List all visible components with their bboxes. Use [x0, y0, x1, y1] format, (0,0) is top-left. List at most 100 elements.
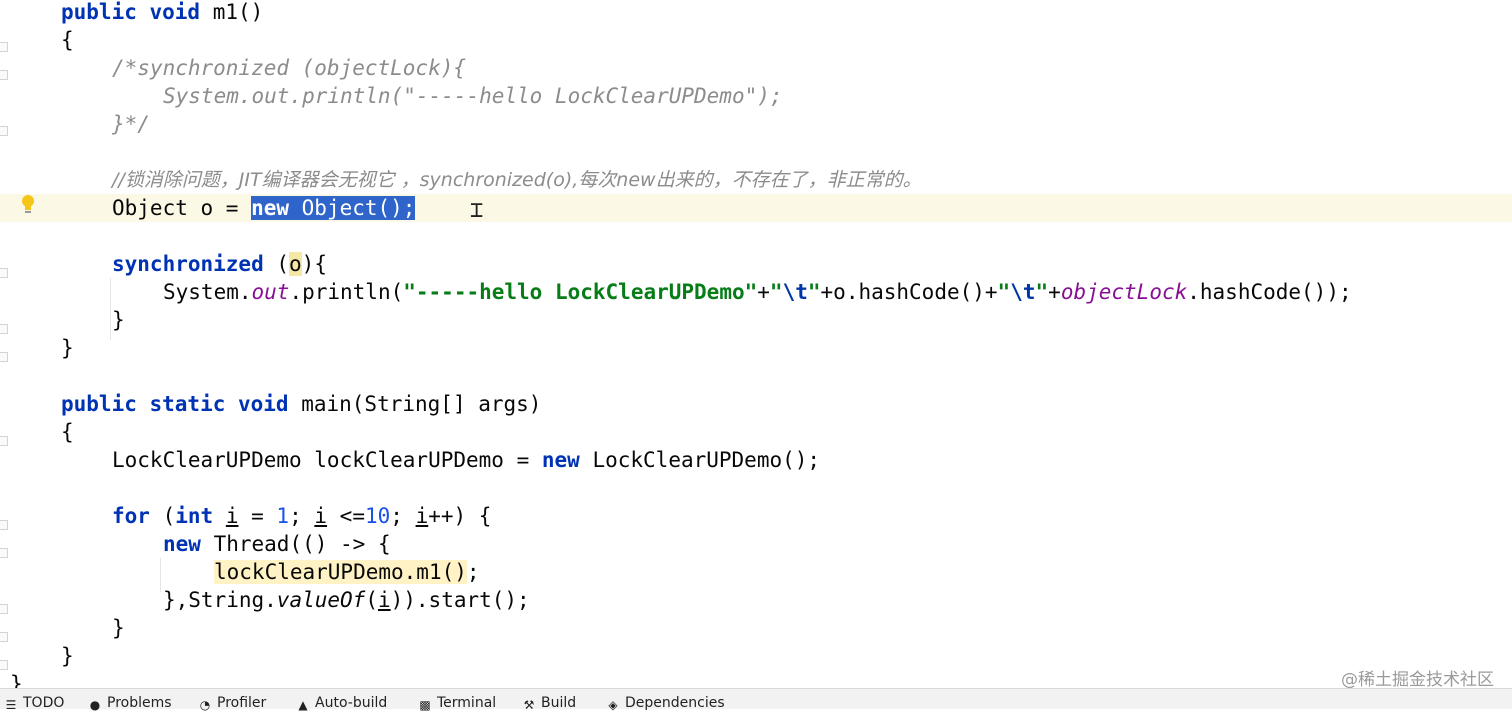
string-literal: "-----hello LockClearUPDemo"	[403, 280, 758, 304]
code-text: =	[238, 504, 277, 528]
code-line[interactable]: {	[0, 26, 1512, 54]
code-text: ){	[301, 252, 327, 276]
loop-variable: i	[377, 588, 391, 612]
tool-tab-todo[interactable]: ☰ TODO	[4, 692, 65, 712]
tool-tab-terminal[interactable]: ▩ Terminal	[418, 692, 496, 712]
brace: }	[112, 308, 125, 332]
code-text: Thread(() -> {	[200, 532, 391, 556]
escape-sequence: \t	[782, 280, 808, 304]
lightbulb-icon[interactable]	[20, 194, 36, 216]
code-text: LockClearUPDemo();	[579, 448, 821, 472]
text-selection[interactable]: new Object();	[251, 196, 416, 220]
code-text: ;	[289, 504, 315, 528]
code-text: Object o =	[112, 196, 252, 220]
code-text: ;	[390, 504, 416, 528]
code-line[interactable]: }	[0, 670, 1512, 688]
code-line[interactable]: LockClearUPDemo lockClearUPDemo = new Lo…	[0, 446, 1512, 474]
field-reference: objectLock	[1060, 280, 1188, 304]
code-text: ;	[466, 560, 480, 584]
code-line[interactable]: }	[0, 334, 1512, 362]
loop-variable: i	[225, 504, 239, 528]
code-line[interactable]: {	[0, 418, 1512, 446]
method-signature: m1()	[200, 0, 264, 24]
dependencies-icon: ◈	[608, 698, 618, 712]
text-cursor-icon: ⌶	[470, 198, 484, 223]
code-line[interactable]: }	[0, 306, 1512, 334]
string-literal: "	[1035, 280, 1049, 304]
loop-variable: i	[314, 504, 328, 528]
code-text: +	[1048, 280, 1061, 304]
static-method: valueOf	[276, 588, 366, 612]
code-line[interactable]: System.out.println("-----hello LockClear…	[0, 278, 1512, 306]
method-signature: main(String[] args)	[288, 392, 542, 416]
brace: }	[112, 616, 125, 640]
number-literal: 1	[276, 504, 290, 528]
code-line[interactable]: public void m1()	[0, 0, 1512, 26]
escape-sequence: \t	[1010, 280, 1036, 304]
auto-build-icon: ▲	[298, 698, 308, 712]
recursive-call-highlight: .m1()	[403, 560, 467, 584]
code-line[interactable]: //锁消除问题，JIT编译器会无视它 ，synchronized(o),每次ne…	[0, 166, 1512, 194]
code-line[interactable]: }	[0, 614, 1512, 642]
keyword: new	[541, 448, 580, 472]
block-comment: }*/	[112, 112, 150, 136]
code-line[interactable]: }*/	[0, 110, 1512, 138]
block-comment: System.out.println("-----hello LockClear…	[163, 84, 783, 108]
static-field: out	[251, 280, 290, 304]
number-literal: 10	[364, 504, 391, 528]
code-text: Object();	[289, 196, 416, 220]
list-icon: ☰	[5, 698, 17, 712]
string-literal: "	[807, 280, 821, 304]
code-line[interactable]: public static void main(String[] args)	[0, 390, 1512, 418]
line-comment: //锁消除问题，JIT编译器会无视它 ，synchronized(o),每次ne…	[112, 169, 922, 191]
tool-window-bar: ☰ TODO ● Problems ◔ Profiler ▲ Auto-build ▩ T…	[0, 688, 1512, 712]
code-line[interactable]: System.out.println("-----hello LockClear…	[0, 82, 1512, 110]
keyword: int	[175, 504, 214, 528]
tool-tab-auto-build[interactable]: ▲ Auto-build	[296, 692, 387, 712]
keyword: synchronized	[112, 252, 264, 276]
code-text: <=	[327, 504, 365, 528]
code-text: .hashCode());	[1187, 280, 1352, 304]
code-editor[interactable]: public void m1() { /*synchronized (objec…	[0, 0, 1512, 688]
tool-tab-profiler[interactable]: ◔ Profiler	[198, 692, 267, 712]
keyword: for	[112, 504, 150, 528]
code-text: LockClearUPDemo lockClearUPDemo =	[112, 448, 542, 472]
code-line[interactable]: /*synchronized (objectLock){	[0, 54, 1512, 82]
code-text: (	[263, 252, 290, 276]
code-line[interactable]: }	[0, 642, 1512, 670]
code-line[interactable]: synchronized (o){	[0, 250, 1512, 278]
code-text: +	[757, 280, 770, 304]
tool-tab-build[interactable]: ⚒ Build	[522, 692, 577, 712]
brace: {	[61, 28, 74, 52]
keyword: new	[163, 532, 201, 556]
tool-tab-problems[interactable]: ● Problems	[88, 692, 172, 712]
keyword: public static void	[61, 392, 289, 416]
brace: }	[61, 336, 74, 360]
brace: {	[61, 420, 74, 444]
code-line[interactable]: },String.valueOf(i)).start();	[0, 586, 1512, 614]
code-text: System.	[163, 280, 252, 304]
profiler-icon: ◔	[199, 698, 211, 712]
code-line[interactable]: for (int i = 1; i <=10; i++) {	[0, 502, 1512, 530]
keyword: public void	[61, 0, 201, 24]
code-text: (	[149, 504, 176, 528]
code-line-current[interactable]: Object o = new Object();	[0, 194, 1512, 222]
tool-tab-dependencies[interactable]: ◈ Dependencies	[606, 692, 724, 712]
code-text: +o.hashCode()+	[820, 280, 998, 304]
string-literal: "	[769, 280, 783, 304]
code-line[interactable]: lockClearUPDemo.m1();	[0, 558, 1512, 586]
brace: }	[61, 644, 74, 668]
recursive-call-highlight: lockClearUPDemo	[214, 560, 404, 584]
code-line[interactable]: new Thread(() -> {	[0, 530, 1512, 558]
brace: }	[10, 672, 23, 688]
code-text: .println(	[289, 280, 404, 304]
string-literal: "	[997, 280, 1011, 304]
terminal-icon: ▩	[419, 698, 431, 712]
loop-variable: i	[415, 504, 429, 528]
keyword: new	[251, 196, 290, 220]
code-text: )).start();	[390, 588, 530, 612]
block-comment: /*synchronized (objectLock){	[112, 56, 467, 80]
code-text: ++) {	[428, 504, 492, 528]
problems-icon: ●	[89, 698, 101, 712]
